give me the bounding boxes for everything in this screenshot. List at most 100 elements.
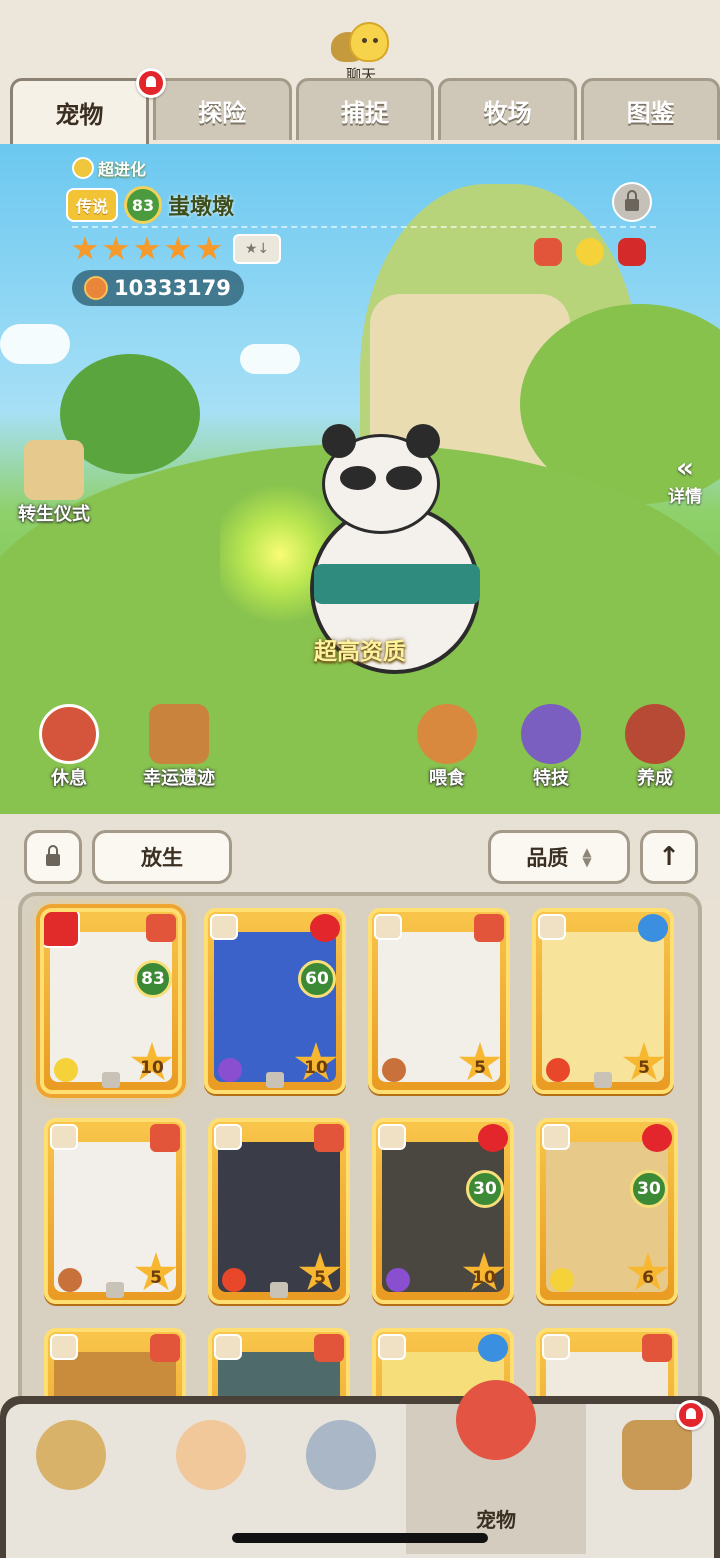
paw-attribute-icon[interactable] xyxy=(534,238,562,266)
rest-label: 休息 xyxy=(51,768,87,789)
paw-attribute-icon xyxy=(150,1124,180,1152)
bone-badge-icon xyxy=(542,1124,570,1150)
rebirth-button[interactable]: 转生仪式 xyxy=(8,440,100,526)
alert-bell-icon xyxy=(310,914,340,942)
card-level: 30 xyxy=(630,1170,668,1208)
nav-pet[interactable]: 宠物 xyxy=(406,1380,586,1554)
release-button[interactable]: 放生 xyxy=(92,830,232,884)
rarity-badge: 传说 xyxy=(66,188,119,222)
earth-element-icon xyxy=(58,1268,82,1292)
lock-icon xyxy=(270,1282,288,1298)
bone-badge-icon xyxy=(374,914,402,940)
card-star-count: 5 xyxy=(474,1058,486,1078)
top-bar: 聊天 宠物 探险 捕捉 牧场 图鉴 xyxy=(0,0,720,150)
rest-button[interactable]: 休息 xyxy=(34,704,104,790)
pet-lock-button[interactable] xyxy=(612,182,652,222)
lock-icon xyxy=(594,1072,612,1088)
bone-badge-icon xyxy=(214,1334,242,1360)
card-star-count: 5 xyxy=(638,1058,650,1078)
pet-card[interactable]: 5 xyxy=(44,1118,186,1304)
character-face-icon xyxy=(176,1420,246,1490)
bone-badge-icon xyxy=(50,1334,78,1360)
star-icon xyxy=(165,236,191,260)
fire-element-icon xyxy=(546,1058,570,1082)
alert-bell-icon xyxy=(642,1124,672,1152)
power-display: 10333179 xyxy=(72,270,244,306)
paw-attribute-icon xyxy=(150,1334,180,1362)
sun-attribute-icon[interactable] xyxy=(576,238,604,266)
pet-stars: ★↓ xyxy=(72,234,281,264)
paw-attribute-icon xyxy=(314,1124,344,1152)
sort-label: 品质 xyxy=(526,846,569,870)
feed-button[interactable]: 喂食 xyxy=(412,704,482,790)
tab-explore[interactable]: 探险 xyxy=(152,78,292,140)
nav-character[interactable] xyxy=(156,1414,266,1514)
train-icon xyxy=(625,704,685,764)
sword-icon xyxy=(306,1420,376,1490)
paw-attribute-icon xyxy=(642,1334,672,1362)
pet-grid: 83 10 60 10 5 5 5 5 30 10 30 6 xyxy=(18,892,702,1412)
card-star-count: 10 xyxy=(140,1058,164,1078)
lucky-relic-icon xyxy=(149,704,209,764)
pet-level-badge: 83 xyxy=(124,186,163,224)
moon-element-icon xyxy=(218,1058,242,1082)
red-attribute-icon[interactable] xyxy=(618,238,646,266)
quality-label: 超高资质 xyxy=(314,639,406,665)
lock-icon xyxy=(102,1072,120,1088)
pet-card[interactable]: 5 xyxy=(532,908,674,1094)
bone-badge-icon xyxy=(214,1124,242,1150)
home-indicator[interactable] xyxy=(232,1533,488,1543)
pet-card[interactable]: 30 6 xyxy=(536,1118,678,1304)
bone-badge-icon xyxy=(378,1334,406,1360)
train-button[interactable]: 养成 xyxy=(620,704,690,790)
pet-card[interactable]: 60 10 xyxy=(204,908,346,1094)
card-star-count: 5 xyxy=(150,1268,162,1288)
pet-card[interactable]: 30 10 xyxy=(372,1118,514,1304)
list-lock-button[interactable] xyxy=(24,830,82,884)
pet-card[interactable]: 5 xyxy=(208,1118,350,1304)
totem-icon xyxy=(622,1420,692,1490)
tab-capture[interactable]: 捕捉 xyxy=(295,78,435,140)
skill-button[interactable]: 特技 xyxy=(516,704,586,790)
sort-arrows-icon: ▲ ▼ xyxy=(582,845,592,869)
sort-select[interactable]: 品质 ▲ ▼ xyxy=(488,830,630,884)
lock-icon xyxy=(625,190,639,211)
pet-card[interactable]: 5 xyxy=(368,908,510,1094)
alert-bell-icon xyxy=(676,1400,706,1430)
nav-tribe[interactable] xyxy=(16,1414,126,1514)
skill-icon xyxy=(521,704,581,764)
power-value: 10333179 xyxy=(114,276,231,300)
chat-icon xyxy=(321,20,401,66)
chevron-left-icon: « xyxy=(675,451,695,484)
rebirth-altar-icon xyxy=(24,440,84,500)
tab-ranch[interactable]: 牧场 xyxy=(438,78,578,140)
bone-badge-icon xyxy=(542,1334,570,1360)
meat-icon xyxy=(417,704,477,764)
sun-element-icon xyxy=(550,1268,574,1292)
attribute-icons xyxy=(534,238,646,266)
earth-element-icon xyxy=(382,1058,406,1082)
pet-name: 蚩墩墩 xyxy=(168,195,235,220)
star-icon xyxy=(196,236,222,260)
card-star-count: 10 xyxy=(472,1268,496,1288)
star-icon xyxy=(72,236,98,260)
sun-element-icon xyxy=(54,1058,78,1082)
detail-button[interactable]: « 详情 xyxy=(668,451,702,508)
card-level: 60 xyxy=(298,960,336,998)
lucky-relic-button[interactable]: 幸运遗迹 xyxy=(124,704,234,790)
skill-label: 特技 xyxy=(533,768,569,789)
pet-dino-icon xyxy=(456,1380,536,1460)
arrow-up-icon: ↑ xyxy=(658,842,680,872)
evolution-icon xyxy=(72,157,94,179)
lock-icon xyxy=(106,1282,124,1298)
rebirth-label: 转生仪式 xyxy=(18,504,90,525)
star-upgrade-button[interactable]: ★↓ xyxy=(233,234,281,264)
pet-card[interactable]: 83 10 xyxy=(40,908,182,1094)
tab-collection[interactable]: 图鉴 xyxy=(581,78,720,140)
lock-icon xyxy=(266,1072,284,1088)
tribe-hut-icon xyxy=(36,1420,106,1490)
tab-pet[interactable]: 宠物 xyxy=(10,78,149,144)
card-star-count: 5 xyxy=(314,1268,326,1288)
sort-direction-button[interactable]: ↑ xyxy=(640,830,698,884)
nav-equipment[interactable] xyxy=(286,1414,396,1514)
